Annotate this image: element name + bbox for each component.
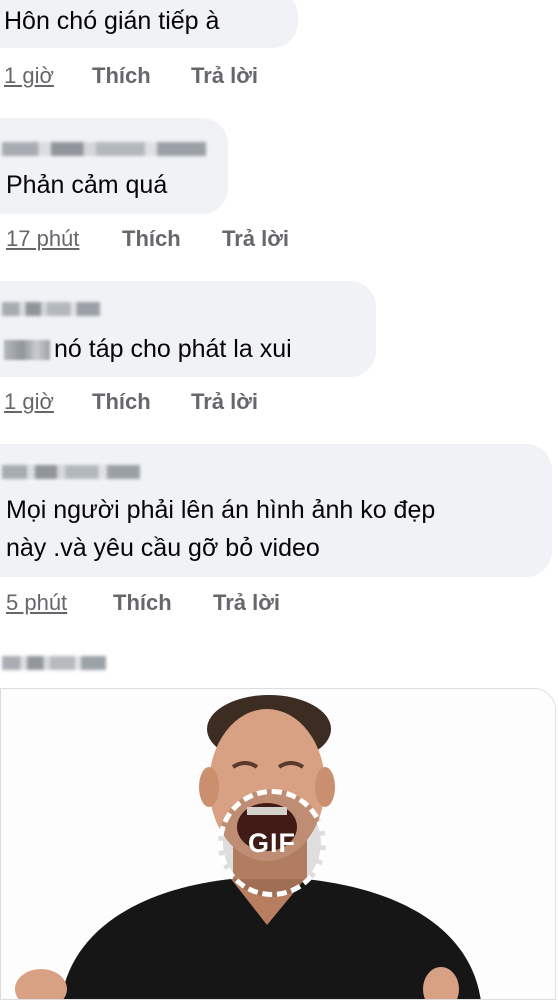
- like-button[interactable]: Thích: [113, 590, 172, 616]
- comment-text: Hôn chó gián tiếp à: [4, 7, 220, 35]
- reply-button[interactable]: Trả lời: [191, 63, 258, 89]
- author-name-blurred: [2, 465, 140, 479]
- comment-timestamp[interactable]: 17 phút: [6, 226, 79, 252]
- comment-text: Phản cảm quá: [6, 171, 168, 199]
- reply-button[interactable]: Trả lời: [213, 590, 280, 616]
- author-name-blurred: [2, 656, 106, 670]
- gif-attachment[interactable]: GIF: [0, 688, 556, 1000]
- comment-timestamp[interactable]: 5 phút: [6, 590, 67, 616]
- like-button[interactable]: Thích: [92, 389, 151, 415]
- author-name-blurred: [2, 142, 206, 156]
- author-name-blurred: [2, 302, 100, 316]
- comment-timestamp[interactable]: 1 giờ: [4, 389, 54, 415]
- comment-text: nó táp cho phát la xui: [4, 332, 292, 366]
- comment-text-line-1: Mọi người phải lên án hình ảnh ko đẹp: [6, 496, 436, 524]
- like-button[interactable]: Thích: [122, 226, 181, 252]
- reply-button[interactable]: Trả lời: [191, 389, 258, 415]
- comment-text-content: nó táp cho phát la xui: [54, 335, 292, 363]
- mentioned-name-blurred: [4, 340, 50, 361]
- gif-play-badge[interactable]: GIF: [218, 789, 326, 897]
- reply-button[interactable]: Trả lời: [222, 226, 289, 252]
- comment-text-line-2: này .và yêu cầu gỡ bỏ video: [6, 534, 320, 562]
- like-button[interactable]: Thích: [92, 63, 151, 89]
- gif-label: GIF: [248, 827, 296, 858]
- comment-timestamp[interactable]: 1 giờ: [4, 63, 54, 89]
